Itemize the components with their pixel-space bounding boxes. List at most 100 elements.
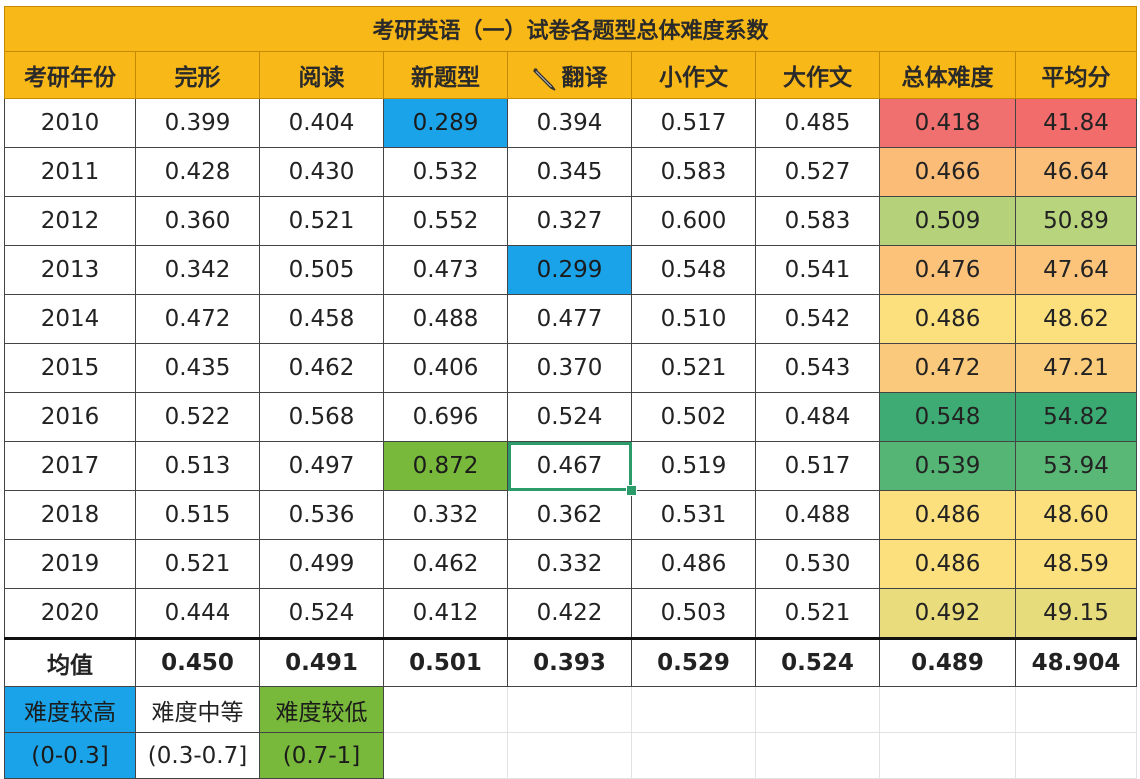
data-cell[interactable]: 0.536 — [259, 490, 384, 540]
data-cell[interactable]: 0.444 — [135, 588, 260, 639]
column-header[interactable]: 阅读 — [259, 51, 384, 99]
year-cell[interactable]: 2013 — [4, 245, 136, 295]
data-cell[interactable]: 0.513 — [135, 441, 260, 491]
empty-cell[interactable] — [507, 686, 632, 733]
data-cell[interactable]: 0.362 — [507, 490, 632, 540]
data-cell[interactable]: 0.872 — [383, 441, 508, 491]
data-cell[interactable]: 0.462 — [259, 343, 384, 393]
data-cell[interactable]: 47.64 — [1015, 245, 1137, 295]
selected-cell[interactable]: 0.467 — [507, 441, 637, 496]
data-cell[interactable]: 0.521 — [135, 539, 260, 589]
data-cell[interactable]: 0.472 — [135, 294, 260, 344]
data-cell[interactable]: 0.488 — [755, 490, 880, 540]
data-cell[interactable]: 0.521 — [755, 588, 880, 639]
data-cell[interactable]: 0.406 — [383, 343, 508, 393]
fill-handle[interactable] — [626, 485, 637, 496]
data-cell[interactable]: 0.548 — [631, 245, 756, 295]
data-cell[interactable]: 0.521 — [631, 343, 756, 393]
data-cell[interactable]: 0.327 — [507, 196, 632, 246]
data-cell[interactable]: 0.484 — [755, 392, 880, 442]
legend-label[interactable]: 难度较高 — [4, 686, 136, 733]
data-cell[interactable]: 0.527 — [755, 147, 880, 197]
data-cell[interactable]: 0.435 — [135, 343, 260, 393]
column-header[interactable]: 总体难度 — [879, 51, 1016, 99]
data-cell[interactable]: 0.492 — [879, 588, 1016, 639]
data-cell[interactable]: 50.89 — [1015, 196, 1137, 246]
empty-cell[interactable] — [631, 732, 756, 779]
data-cell[interactable]: 0.583 — [755, 196, 880, 246]
data-cell[interactable]: 0.486 — [631, 539, 756, 589]
data-cell[interactable]: 0.332 — [507, 539, 632, 589]
legend-label[interactable]: 难度中等 — [135, 686, 260, 733]
data-cell[interactable]: 0.539 — [879, 441, 1016, 491]
mean-cell[interactable]: 0.491 — [259, 637, 384, 687]
mean-label[interactable]: 均值 — [4, 637, 136, 687]
year-cell[interactable]: 2019 — [4, 539, 136, 589]
legend-range[interactable]: (0.3-0.7] — [135, 732, 260, 779]
data-cell[interactable]: 0.522 — [135, 392, 260, 442]
mean-cell[interactable]: 48.904 — [1015, 637, 1137, 687]
data-cell[interactable]: 0.541 — [755, 245, 880, 295]
data-cell[interactable]: 0.332 — [383, 490, 508, 540]
year-cell[interactable]: 2020 — [4, 588, 136, 639]
empty-cell[interactable] — [383, 732, 508, 779]
mean-cell[interactable]: 0.501 — [383, 637, 508, 687]
data-cell[interactable]: 0.472 — [879, 343, 1016, 393]
data-cell[interactable]: 0.503 — [631, 588, 756, 639]
data-cell[interactable]: 0.370 — [507, 343, 632, 393]
data-cell[interactable]: 0.510 — [631, 294, 756, 344]
data-cell[interactable]: 0.517 — [631, 98, 756, 148]
data-cell[interactable]: 0.502 — [631, 392, 756, 442]
data-cell[interactable]: 0.530 — [755, 539, 880, 589]
data-cell[interactable]: 0.399 — [135, 98, 260, 148]
data-cell[interactable]: 0.543 — [755, 343, 880, 393]
data-cell[interactable]: 0.486 — [879, 294, 1016, 344]
data-cell[interactable]: 0.458 — [259, 294, 384, 344]
data-cell[interactable]: 0.568 — [259, 392, 384, 442]
data-cell[interactable]: 0.418 — [879, 98, 1016, 148]
empty-cell[interactable] — [631, 686, 756, 733]
legend-range[interactable]: (0-0.3] — [4, 732, 136, 779]
data-cell[interactable]: 0.515 — [135, 490, 260, 540]
data-cell[interactable]: 0.583 — [631, 147, 756, 197]
year-cell[interactable]: 2015 — [4, 343, 136, 393]
column-header[interactable]: 翻译 — [507, 51, 632, 99]
empty-cell[interactable] — [507, 732, 632, 779]
mean-cell[interactable]: 0.489 — [879, 637, 1016, 687]
data-cell[interactable]: 54.82 — [1015, 392, 1137, 442]
mean-cell[interactable]: 0.393 — [507, 637, 632, 687]
year-cell[interactable]: 2012 — [4, 196, 136, 246]
empty-cell[interactable] — [879, 732, 1016, 779]
data-cell[interactable]: 48.62 — [1015, 294, 1137, 344]
data-cell[interactable]: 0.600 — [631, 196, 756, 246]
data-cell[interactable]: 0.466 — [879, 147, 1016, 197]
data-cell[interactable]: 0.342 — [135, 245, 260, 295]
year-cell[interactable]: 2010 — [4, 98, 136, 148]
year-cell[interactable]: 2017 — [4, 441, 136, 491]
data-cell[interactable]: 0.486 — [879, 490, 1016, 540]
empty-cell[interactable] — [879, 686, 1016, 733]
data-cell[interactable]: 0.477 — [507, 294, 632, 344]
data-cell[interactable]: 0.299 — [507, 245, 632, 295]
legend-range[interactable]: (0.7-1] — [259, 732, 384, 779]
empty-cell[interactable] — [755, 686, 880, 733]
data-cell[interactable]: 0.509 — [879, 196, 1016, 246]
data-cell[interactable]: 0.404 — [259, 98, 384, 148]
column-header[interactable]: 大作文 — [755, 51, 880, 99]
year-cell[interactable]: 2018 — [4, 490, 136, 540]
data-cell[interactable]: 0.531 — [631, 490, 756, 540]
data-cell[interactable]: 0.542 — [755, 294, 880, 344]
data-cell[interactable]: 0.462 — [383, 539, 508, 589]
column-header[interactable]: 考研年份 — [4, 51, 136, 99]
data-cell[interactable]: 0.488 — [383, 294, 508, 344]
empty-cell[interactable] — [1015, 732, 1137, 779]
data-cell[interactable]: 0.524 — [259, 588, 384, 639]
data-cell[interactable]: 48.60 — [1015, 490, 1137, 540]
data-cell[interactable]: 41.84 — [1015, 98, 1137, 148]
data-cell[interactable]: 49.15 — [1015, 588, 1137, 639]
mean-cell[interactable]: 0.524 — [755, 637, 880, 687]
data-cell[interactable]: 48.59 — [1015, 539, 1137, 589]
empty-cell[interactable] — [383, 686, 508, 733]
empty-cell[interactable] — [755, 732, 880, 779]
table-title[interactable]: 考研英语（一）试卷各题型总体难度系数 — [4, 6, 1137, 52]
